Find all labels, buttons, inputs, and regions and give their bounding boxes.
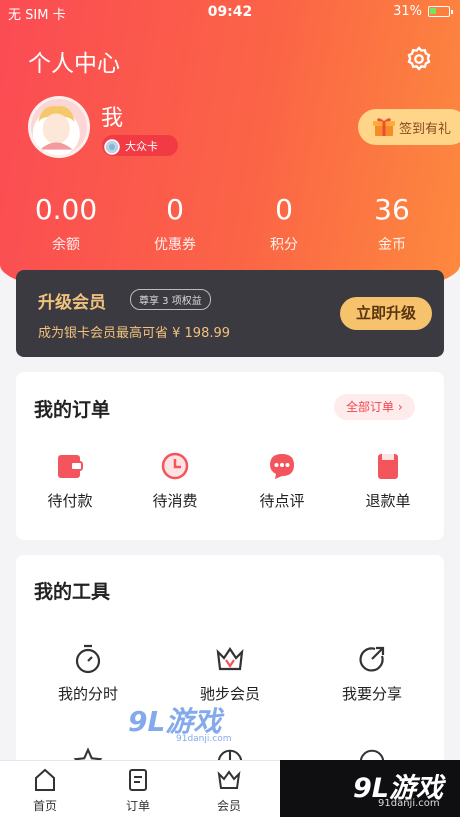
tool-membership[interactable]: 驰步会员 <box>180 643 280 704</box>
order-pending-payment[interactable]: 待付款 <box>20 450 120 511</box>
checkin-label: 签到有礼 <box>399 121 452 137</box>
coupon-label: 优惠券 <box>154 237 196 253</box>
coupon-stat[interactable]: 0 优惠券 <box>130 193 220 254</box>
points-value: 0 <box>275 193 293 226</box>
coins-label: 金币 <box>378 237 406 253</box>
coins-value: 36 <box>374 193 410 226</box>
upgrade-now-button[interactable]: 立即升级 <box>340 297 432 330</box>
balance-stat[interactable]: 0.00 余额 <box>21 193 111 254</box>
points-label: 积分 <box>270 237 298 253</box>
order-label: 待付款 <box>47 492 93 510</box>
all-orders-label: 全部订单 <box>346 400 395 414</box>
wallet-icon <box>58 455 83 478</box>
share-icon <box>359 646 385 672</box>
upgrade-subtitle: 成为银卡会员最高可省 ¥ 198.99 <box>38 326 231 341</box>
status-bar: 无 SIM 卡 09:42 31% <box>0 0 460 24</box>
tool-label: 我的分时 <box>57 685 118 703</box>
clock-icon <box>161 452 189 480</box>
corner-watermark-url: 91danji.com <box>378 798 440 809</box>
username: 我 <box>101 106 124 131</box>
comment-icon <box>270 454 294 479</box>
order-pending-review[interactable]: 待点评 <box>232 450 332 511</box>
member-crown-icon <box>217 770 241 789</box>
orders-title: 我的订单 <box>34 399 111 421</box>
upgrade-benefits-tag: 尊享 3 项权益 <box>130 289 211 310</box>
avatar[interactable] <box>28 96 90 158</box>
coupon-value: 0 <box>166 193 184 226</box>
tab-home[interactable]: 首页 <box>15 767 75 814</box>
all-orders-link[interactable]: 全部订单 › <box>334 394 415 420</box>
balance-value: 0.00 <box>34 193 98 226</box>
points-stat[interactable]: 0 积分 <box>239 193 329 254</box>
battery-percent: 31% <box>393 4 422 19</box>
balance-label: 余额 <box>52 237 80 253</box>
crown-icon <box>216 647 244 671</box>
tab-member[interactable]: 会员 <box>199 767 259 814</box>
page-title: 个人中心 <box>28 51 120 77</box>
order-label: 退款单 <box>365 492 411 510</box>
chevron-right-icon: › <box>397 400 403 414</box>
refund-icon <box>378 454 398 479</box>
tab-orders[interactable]: 订单 <box>108 767 168 814</box>
gift-icon <box>373 118 395 136</box>
coins-stat[interactable]: 36 金币 <box>347 193 437 254</box>
watermark-logo: 9L游戏 91danji.com <box>128 700 231 744</box>
order-label: 待点评 <box>259 492 305 510</box>
tab-label: 订单 <box>125 799 150 813</box>
clock: 09:42 <box>207 4 253 20</box>
home-icon <box>35 768 55 791</box>
tools-title: 我的工具 <box>34 581 111 603</box>
checkin-button[interactable]: 签到有礼 <box>358 109 460 145</box>
gear-icon[interactable] <box>405 45 433 73</box>
tab-label: 首页 <box>32 799 57 813</box>
my-orders-card: 我的订单 全部订单 › 待付款 待消费 待点评 退款单 <box>16 372 444 540</box>
upgrade-title: 升级会员 <box>38 293 106 313</box>
medal-icon <box>104 138 120 155</box>
membership-level: 大众卡 <box>125 139 158 153</box>
my-tools-card: 我的工具 我的分时 驰步会员 我要分享 <box>16 555 444 785</box>
corner-watermark: 9L游戏 91danji.com <box>280 760 460 817</box>
watermark-url: 91danji.com <box>176 734 232 744</box>
order-pending-use[interactable]: 待消费 <box>125 450 225 511</box>
order-refund[interactable]: 退款单 <box>338 450 438 511</box>
battery-icon <box>428 6 453 17</box>
stopwatch-icon <box>75 644 101 674</box>
order-icon <box>129 769 147 791</box>
upgrade-banner[interactable]: 升级会员 尊享 3 项权益 成为银卡会员最高可省 ¥ 198.99 立即升级 <box>16 270 444 357</box>
order-label: 待消费 <box>152 492 198 510</box>
membership-badge[interactable]: 大众卡 <box>102 135 178 156</box>
tool-label: 我要分享 <box>341 685 402 703</box>
tab-label: 会员 <box>216 799 241 813</box>
tool-share[interactable]: 我要分享 <box>322 643 422 704</box>
tool-timeshare[interactable]: 我的分时 <box>38 643 138 704</box>
